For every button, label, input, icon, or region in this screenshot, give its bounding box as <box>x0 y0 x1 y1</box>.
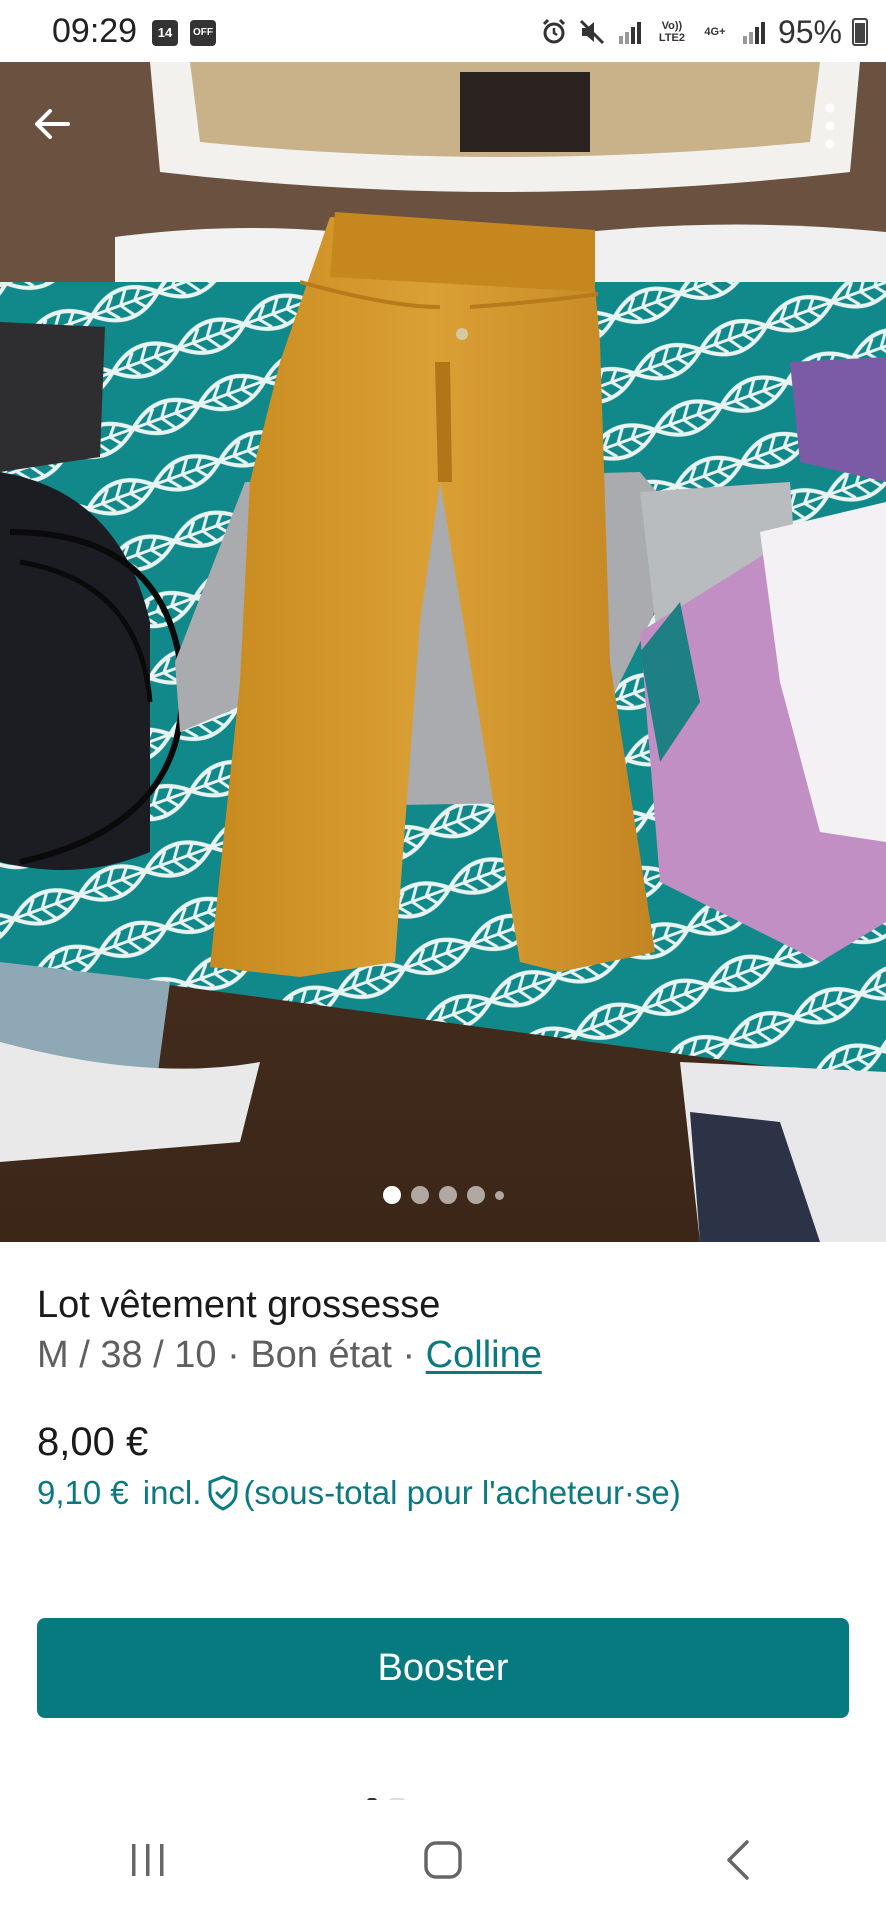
buyer-total-price: 9,10 € <box>37 1474 129 1511</box>
system-navigation-bar <box>0 1800 886 1920</box>
listing-price: 8,00 € <box>37 1420 149 1464</box>
battery-icon <box>852 18 868 46</box>
brand-link[interactable]: Colline <box>426 1334 542 1376</box>
app-notification-icon: OFF <box>190 20 216 46</box>
listing-size: M / 38 / 10 <box>37 1334 217 1376</box>
recent-apps-icon <box>131 1844 164 1876</box>
listing-meta: M / 38 / 10 · Bon état · Colline <box>37 1334 542 1377</box>
alarm-icon <box>542 18 566 44</box>
status-time: 09:29 <box>52 12 138 50</box>
pager-dot-4[interactable] <box>466 1186 485 1204</box>
recent-apps-button[interactable] <box>108 1820 188 1900</box>
mute-icon <box>579 19 605 45</box>
status-bar: 09:29 14 OFF Vo)) LTE2 4G+ 95% <box>0 0 886 62</box>
buyer-total-incl: incl. <box>142 1474 202 1511</box>
buyer-total[interactable]: 9,10 € incl. (sous-total pour l'acheteur… <box>37 1474 681 1512</box>
signal-1-icon <box>618 22 641 44</box>
listing-title: Lot vêtement grossesse <box>37 1284 441 1326</box>
calendar-notification-icon: 14 <box>152 20 178 46</box>
photo-pager <box>0 1186 886 1204</box>
signal-2-icon <box>742 22 765 44</box>
listing-photo-carousel[interactable] <box>0 62 886 1242</box>
buyer-total-note: (sous-total pour l'acheteur·se) <box>243 1474 681 1511</box>
booster-button[interactable]: Booster <box>37 1618 849 1718</box>
pager-dot-1[interactable] <box>382 1186 401 1204</box>
status-indicators: Vo)) LTE2 4G+ 95% <box>540 12 868 52</box>
pager-dot-5[interactable] <box>494 1190 504 1200</box>
home-icon <box>424 1841 462 1879</box>
back-button[interactable] <box>698 1820 778 1900</box>
more-options-icon[interactable] <box>812 98 848 154</box>
meta-separator: · <box>216 1334 251 1376</box>
listing-photo <box>0 62 886 1242</box>
meta-separator: · <box>391 1334 426 1376</box>
home-button[interactable] <box>403 1820 483 1900</box>
network-type-label: 4G+ <box>704 26 726 38</box>
listing-condition: Bon état <box>250 1334 392 1376</box>
buyer-protection-shield-icon[interactable] <box>207 1475 239 1511</box>
back-icon <box>727 1840 750 1880</box>
pager-dot-3[interactable] <box>438 1186 457 1204</box>
back-arrow-icon[interactable] <box>28 100 76 148</box>
battery-percent: 95% <box>777 13 842 50</box>
volte-label: Vo)) LTE2 <box>658 20 685 44</box>
pager-dot-2[interactable] <box>410 1186 429 1204</box>
